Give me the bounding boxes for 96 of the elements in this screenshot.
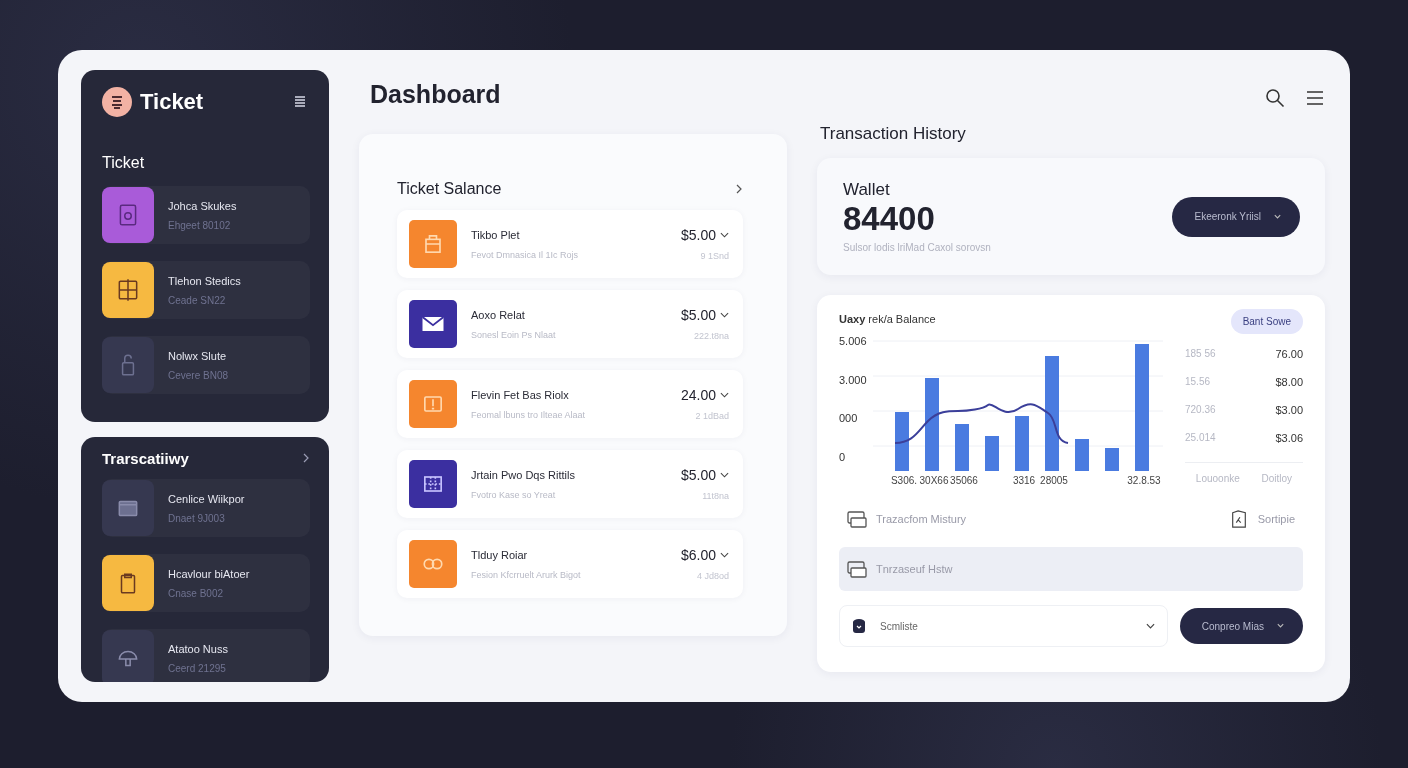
item-title: Nolwx Slute (168, 349, 228, 362)
dropdown-button[interactable]: Ekeeronk Yriisl (1172, 196, 1300, 237)
ticket-row[interactable]: Jrtain Pwo Dqs Rittils Fvotro Kase so Yreat $5.00 11t8na (397, 450, 743, 518)
row-value: $8.00 (1275, 376, 1303, 390)
brand-name: Ticket (140, 89, 205, 115)
item-subtitle: Ceerd 21295 (168, 662, 227, 674)
row-value: 76.00 (1275, 348, 1303, 362)
axis-label: S306. (890, 475, 918, 486)
item-subtitle: Cevere BN08 (168, 369, 229, 381)
ticket-name: Tikbo Plet (471, 228, 521, 241)
ticket-row[interactable]: Aoxo Relat Sonesl Eoin Ps Nlaat $5.00 222.t8na (397, 290, 743, 358)
wallet-caption: Sulsor lodis lriMad Caxol sorovsn (843, 242, 992, 253)
chevron-icon[interactable] (735, 184, 743, 194)
item-subtitle: Dnaet 9J003 (168, 512, 226, 524)
item-title: Cenlice Wiikpor (168, 492, 245, 505)
caret-icon[interactable] (720, 232, 729, 238)
history-label: Tnrzaseuf Hstw (876, 563, 953, 575)
wallet-label: Wallet (843, 180, 891, 200)
axis-label: 0 (839, 450, 847, 463)
section-title: Ticket (102, 154, 146, 172)
caret-icon (1273, 213, 1282, 220)
axis-label: 3.000 (839, 373, 867, 386)
chevron-icon[interactable] (302, 453, 310, 463)
ticket-detail: Fesion Kfcrruelt Arurk Bigot (471, 569, 582, 580)
status-badge[interactable]: Bant Sowe (1230, 309, 1303, 334)
item-subtitle: Cnase B002 (168, 587, 225, 599)
confirm-button[interactable]: Conpreo Mias (1179, 608, 1303, 644)
item-title: Atatoo Nuss (168, 642, 228, 655)
ticket-detail: Sonesl Eoin Ps Nlaat (471, 329, 557, 340)
transaction-item[interactable]: Atatoo Nuss Ceerd 21295 (102, 629, 310, 682)
page-title: Dashboard (370, 80, 502, 110)
menu-icon[interactable] (1305, 88, 1325, 108)
caret-icon[interactable] (720, 312, 729, 318)
item-subtitle: Ehgeet 80102 (168, 219, 232, 231)
ticket-detail: Feomal lbuns tro Ilteae Alaat (471, 409, 587, 420)
chart-bar (1074, 439, 1089, 471)
ticket-note: 9 1Snd (700, 251, 729, 261)
ticket-amount: $5.00 (680, 227, 716, 243)
ticket-detail: Fvotro Kase so Yreat (471, 489, 557, 500)
ticket-note: 222.t8na (693, 331, 729, 341)
chart-bar (894, 412, 909, 471)
card-title: Ticket Salance (397, 180, 502, 198)
row-value: $3.06 (1275, 432, 1303, 446)
sidebar-item[interactable]: Tlehon Stedics Ceade SN22 (102, 261, 310, 319)
history-label: Trazacfom Mistury (876, 513, 967, 525)
logo-icon (102, 87, 132, 117)
axis-label: 28005 (1040, 475, 1068, 486)
axis-label: 32.8.53 (1127, 475, 1161, 486)
ticket-note: 2 1dBad (695, 411, 729, 421)
sidebar-item[interactable]: Nolwx Slute Cevere BN08 (102, 336, 310, 394)
axis-label: 30X66 (919, 475, 949, 486)
transaction-item[interactable]: Hcavlour biAtoer Cnase B002 (102, 554, 310, 612)
chart-bar (1014, 416, 1029, 471)
ticket-row[interactable]: Flevin Fet Bas Riolx Feomal lbuns tro Ilteae Alaat 24.00 2 1dBad (397, 370, 743, 438)
caret-icon (1276, 623, 1285, 629)
wallet-amount: 84400 (843, 200, 936, 238)
axis-label: 5.006 (839, 335, 867, 347)
row-label: 720.36 (1185, 404, 1216, 417)
ticket-amount: 24.00 (680, 387, 716, 403)
item-title: Tlehon Stedics (168, 274, 241, 287)
caret-icon[interactable] (720, 552, 729, 558)
axis-label: 000 (839, 412, 859, 425)
ticket-name: Flevin Fet Bas Riolx (471, 388, 570, 401)
ticket-amount: $6.00 (680, 547, 716, 563)
ticket-name: Tlduy Roiar (471, 548, 529, 561)
ticket-amount: $5.00 (680, 307, 716, 323)
transaction-item[interactable]: Cenlice Wiikpor Dnaet 9J003 (102, 479, 310, 537)
axis-label: 35066 (950, 475, 978, 486)
ticket-note: 11t8na (702, 491, 729, 501)
history-action: Sortipie (1257, 513, 1295, 525)
ticket-name: Aoxo Relat (471, 308, 526, 321)
chart-title: Uaxy rek/a Balance (839, 313, 936, 325)
search-icon[interactable] (1265, 88, 1285, 108)
caret-icon[interactable] (720, 472, 729, 478)
chart-bar (984, 436, 999, 471)
row-label: 25.014 (1185, 432, 1216, 445)
menu-icon[interactable] (294, 95, 306, 109)
select-field[interactable]: Scmliste (839, 605, 1168, 647)
chart-bar (1104, 448, 1119, 471)
item-title: Hcavlour biAtoer (168, 567, 250, 580)
ticket-amount: $5.00 (680, 467, 716, 483)
section-title: Transaction History (820, 124, 967, 144)
row-label: 15.56 (1185, 376, 1211, 389)
caret-icon (1145, 623, 1155, 629)
sidebar-item[interactable]: Johca Skukes Ehgeet 80102 (102, 186, 310, 244)
footer-label: Doitloy (1261, 473, 1293, 484)
axis-label: 3316 (1012, 475, 1036, 486)
ticket-name: Jrtain Pwo Dqs Rittils (471, 468, 576, 481)
item-subtitle: Ceade SN22 (168, 294, 227, 306)
panel-title: Trarscatiiwy (102, 449, 189, 467)
footer-label: Louoonke (1195, 473, 1240, 484)
row-value: $3.00 (1275, 404, 1303, 418)
chart-bar (954, 424, 969, 471)
row-label: 185 56 (1185, 348, 1216, 361)
item-title: Johca Skukes (168, 199, 237, 212)
caret-icon[interactable] (720, 392, 729, 398)
